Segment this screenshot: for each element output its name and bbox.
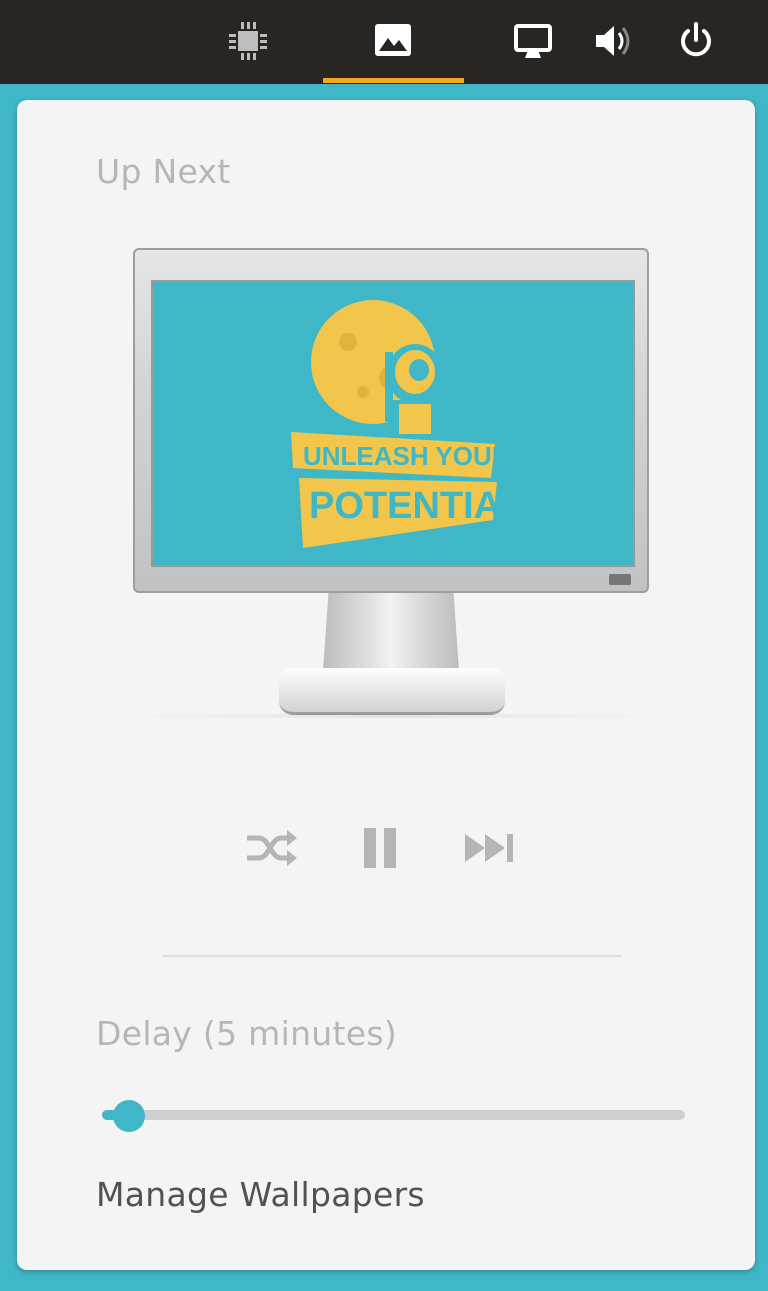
monitor-shadow [123, 714, 661, 718]
pause-icon [356, 824, 404, 876]
mouse-keyboard-icon[interactable] [225, 18, 271, 64]
wallpaper-image: UNLEASH YOUR POTENTIAL [151, 280, 635, 567]
monitor-power-light [609, 574, 631, 585]
delay-slider-track[interactable] [102, 1110, 685, 1120]
monitor-stand-base [279, 668, 505, 715]
up-next-title: Up Next [96, 152, 231, 191]
wallpaper-text-line2: POTENTIAL [309, 485, 524, 527]
skip-forward-button[interactable] [461, 820, 521, 880]
delay-label: Delay (5 minutes) [96, 1014, 398, 1053]
top-panel [0, 0, 768, 84]
skip-forward-icon [463, 824, 519, 876]
wallpaper-popover: Up Next UNLEASH YOUR POTENTIAL Delay (5 … [17, 100, 755, 1270]
shuffle-icon [243, 824, 299, 876]
power-icon[interactable] [673, 18, 719, 64]
volume-icon[interactable] [592, 18, 638, 64]
delay-slider-handle[interactable] [112, 1100, 145, 1132]
shuffle-button[interactable] [241, 820, 301, 880]
active-tab-indicator [323, 78, 464, 83]
wallpaper-text-line1: UNLEASH YOUR [303, 441, 511, 471]
image-icon[interactable] [370, 18, 416, 64]
pause-button[interactable] [350, 820, 410, 880]
monitor-bezel: UNLEASH YOUR POTENTIAL [133, 248, 649, 593]
manage-wallpapers-button[interactable]: Manage Wallpapers [96, 1175, 425, 1214]
wallpaper-preview: UNLEASH YOUR POTENTIAL [123, 248, 661, 718]
divider [163, 955, 621, 957]
display-icon[interactable] [510, 18, 556, 64]
